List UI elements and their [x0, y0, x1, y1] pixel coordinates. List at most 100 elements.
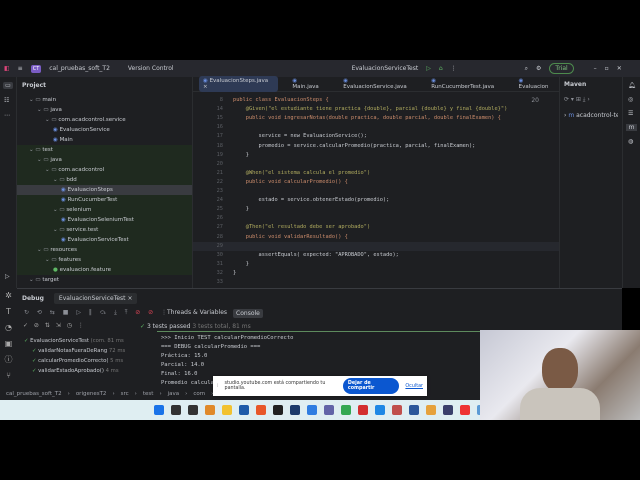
breadcrumb-item[interactable]: com — [193, 391, 205, 397]
project-tree-item[interactable]: ⌄ ▭ bdd — [17, 175, 192, 185]
vcs-menu[interactable]: Version Control — [128, 65, 174, 72]
build-tool-icon[interactable]: T — [0, 304, 17, 320]
breadcrumb-item[interactable]: src — [121, 391, 129, 397]
run-config-selector[interactable]: EvaluacionServiceTest — [352, 65, 419, 72]
main-menu-icon[interactable]: ≡ — [18, 65, 23, 72]
debug-tool-icon[interactable]: ✲ — [0, 288, 17, 304]
project-tree-item[interactable]: ◉ EvaluacionService — [53, 125, 192, 135]
run-icon[interactable]: ▷ — [426, 65, 431, 72]
close-button[interactable]: ✕ — [617, 65, 622, 72]
project-tool-icon[interactable]: ▭ — [3, 82, 13, 89]
breadcrumb-item[interactable]: cal_pruebas_soft_T2 — [6, 391, 62, 397]
project-tree-item[interactable]: ⌄ ▭ features — [17, 255, 192, 265]
terminal-tool-icon[interactable]: ▣ — [0, 336, 17, 352]
word-taskbar-icon[interactable] — [408, 405, 419, 415]
project-tree-item[interactable]: ⌄ ▭ target — [29, 275, 192, 285]
code-line[interactable]: 31 } — [193, 260, 249, 269]
run-tool-icon[interactable]: ▷ — [5, 273, 10, 280]
problems-tool-icon[interactable]: ⓘ — [0, 352, 17, 368]
app-taskbar-icon[interactable] — [425, 405, 436, 415]
code-line[interactable]: 29 — [193, 241, 559, 251]
editor-tab[interactable]: ◉ RunCucumberTest.java — [427, 76, 504, 92]
intellij-taskbar-icon[interactable] — [442, 405, 453, 415]
editor-tab[interactable]: ◉ Evaluacion — [515, 76, 559, 92]
code-line[interactable]: 17 service = new EvaluacionService(); — [193, 132, 367, 141]
search-taskbar-icon[interactable] — [170, 405, 181, 415]
dropbox-taskbar-icon[interactable] — [272, 405, 283, 415]
project-tree-item[interactable]: ● evaluacion.feature — [17, 265, 192, 275]
search-icon[interactable]: ⌕ — [525, 65, 528, 73]
settings-icon[interactable]: ⚙ — [536, 65, 541, 72]
trial-badge[interactable]: Trial — [549, 63, 574, 74]
file-explorer-taskbar-icon[interactable] — [221, 405, 232, 415]
inspection-count[interactable]: 20 — [531, 97, 539, 104]
more-icon[interactable]: ⋮ — [451, 65, 457, 72]
copilot-taskbar-icon[interactable] — [204, 405, 215, 415]
code-line[interactable]: 20 — [193, 160, 233, 169]
services-tool-icon[interactable]: ◔ — [0, 320, 17, 336]
structure-tool-icon[interactable]: ☷ — [4, 97, 12, 104]
code-line[interactable]: 30 assertEquals( expected: "APROBADO", e… — [193, 251, 399, 260]
code-line[interactable]: 15 public void ingresarNotas(double prac… — [193, 114, 501, 123]
code-line[interactable]: 24 estado = service.obtenerEstado(promed… — [193, 196, 390, 205]
test-result-item[interactable]: ✓ validarNotasFueraDeRang 72 ms — [22, 346, 140, 356]
editor[interactable]: ◉ EvaluacionSteps.java × ◉ Main.java ◉ Eva… — [192, 76, 559, 288]
editor-tab[interactable]: ◉ Main.java — [288, 76, 329, 92]
project-tree-item[interactable]: ⌄ ▭ java — [37, 105, 192, 115]
wps-taskbar-icon[interactable] — [357, 405, 368, 415]
code-line[interactable]: 28 public void validarResultado() { — [193, 233, 348, 242]
maven-project-item[interactable]: › m acadcontrol-tes — [564, 112, 618, 119]
more-tools-icon[interactable]: ⋯ — [4, 112, 12, 119]
project-tree-item[interactable]: ⌄ ▭ test — [17, 145, 192, 155]
project-tree-item[interactable]: ◉ Main — [53, 135, 192, 145]
paint-taskbar-icon[interactable] — [306, 405, 317, 415]
project-tree-item[interactable]: ◉ RunCucumberTest — [17, 195, 192, 205]
project-tree-item[interactable]: ⌄ ▭ service.test — [17, 225, 192, 235]
task-view-taskbar-icon[interactable] — [187, 405, 198, 415]
debug-icon[interactable]: ⌂ — [439, 65, 443, 72]
start-taskbar-icon[interactable] — [153, 405, 164, 415]
hide-link[interactable]: Ocultar — [405, 384, 423, 389]
app-taskbar-icon[interactable] — [391, 405, 402, 415]
web-icon[interactable]: ◍ — [628, 138, 635, 145]
project-tree-item[interactable]: ⌄ ▭ java — [17, 155, 192, 165]
code-line[interactable]: 32} — [193, 269, 237, 278]
breadcrumb-item[interactable]: origenesT2 — [76, 391, 107, 397]
code-line[interactable]: 22 public void calcularPromedio() { — [193, 178, 348, 187]
project-tree-item[interactable]: ◉ EvaluacionServiceTest — [17, 235, 192, 245]
breadcrumb-item[interactable]: test — [143, 391, 154, 397]
ai-assistant-icon[interactable]: ◎ — [628, 96, 635, 103]
minimize-button[interactable]: – — [594, 65, 597, 72]
project-tree-item[interactable]: ◉ EvaluacionSeleniumTest — [17, 215, 192, 225]
console-tab[interactable]: Console — [233, 309, 263, 318]
pen-taskbar-icon[interactable] — [459, 405, 470, 415]
code-line[interactable]: 14 @Given("el estudiante tiene practica … — [193, 105, 508, 114]
project-selector[interactable]: cal_pruebas_soft_T2 — [49, 65, 110, 72]
teams-taskbar-icon[interactable] — [323, 405, 334, 415]
firefox-taskbar-icon[interactable] — [255, 405, 266, 415]
code-line[interactable]: 21 @When("el sistema calcula el promedio… — [193, 169, 371, 178]
code-line[interactable]: 33 — [193, 278, 233, 287]
test-result-item[interactable]: ✓ validarEstadoAprobado() 4 ms — [22, 366, 140, 376]
code-line[interactable]: 25 } — [193, 205, 249, 214]
stop-sharing-button[interactable]: Dejar de compartir — [342, 378, 400, 394]
project-tree-item[interactable]: ⌄ ▭ com.acadcontrol — [17, 165, 192, 175]
store-taskbar-icon[interactable] — [238, 405, 249, 415]
maximize-button[interactable]: ▫ — [605, 65, 609, 72]
test-result-item[interactable]: ✓ EvaluacionServiceTest (com. 81 ms — [22, 336, 140, 346]
project-tree-item[interactable]: ⌄ ▭ selenium — [17, 205, 192, 215]
breadcrumb-item[interactable]: java — [168, 391, 180, 397]
project-tree-item[interactable]: ⌄ ▭ resources — [17, 245, 192, 255]
maven-tool-icon[interactable]: m — [626, 124, 637, 131]
code-line[interactable]: 27 @Then("el resultado debe ser aprobado… — [193, 223, 371, 232]
editor-tab[interactable]: ◉ EvaluacionService.java — [339, 76, 417, 92]
edge-taskbar-icon[interactable] — [374, 405, 385, 415]
code-line[interactable]: 26 — [193, 214, 233, 223]
database-icon[interactable]: ☰ — [628, 110, 635, 117]
project-panel-title[interactable]: Project — [22, 82, 46, 89]
test-result-item[interactable]: ✓ calcularPromedioCorrecto( 5 ms — [22, 356, 140, 366]
chrome-taskbar-icon[interactable] — [340, 405, 351, 415]
project-tree-item[interactable]: ◉ EvaluacionSteps — [17, 185, 192, 195]
code-line[interactable]: 8 public class EvaluacionSteps { — [193, 96, 329, 105]
code-line[interactable]: 23 — [193, 187, 233, 196]
